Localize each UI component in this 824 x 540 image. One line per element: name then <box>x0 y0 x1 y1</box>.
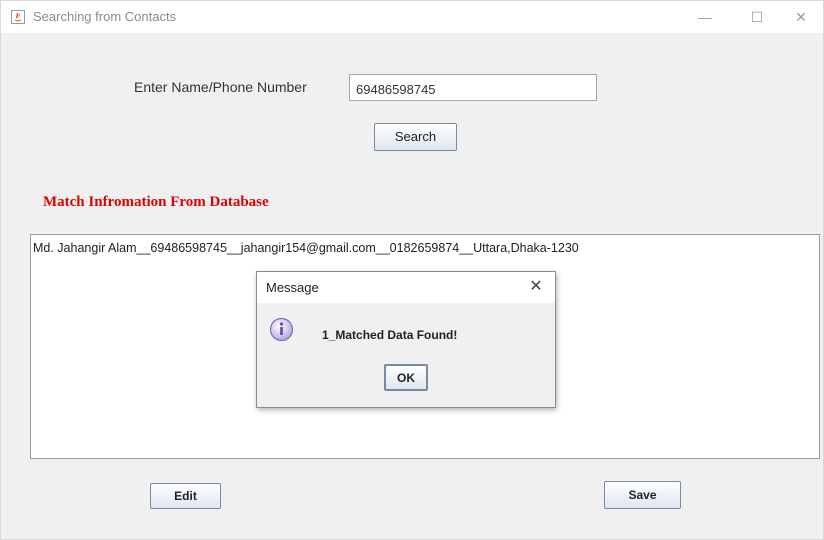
results-heading: Match Infromation From Database <box>43 194 269 210</box>
save-button[interactable]: Save <box>604 481 681 509</box>
dialog-title: Message <box>266 280 319 295</box>
edit-button[interactable]: Edit <box>150 483 221 509</box>
dialog-message: 1_Matched Data Found! <box>322 328 458 342</box>
search-label: Enter Name/Phone Number <box>134 79 307 95</box>
search-button[interactable]: Search <box>374 123 457 151</box>
dialog-close-icon[interactable]: ✕ <box>525 276 547 298</box>
search-input[interactable] <box>349 74 597 101</box>
dialog-title-bar: Message ✕ <box>257 272 555 303</box>
result-line: Md. Jahangir Alam__69486598745__jahangir… <box>33 241 579 255</box>
info-icon <box>269 317 294 342</box>
main-window: Searching from Contacts — ☐ ✕ Enter Name… <box>0 0 824 540</box>
message-dialog: Message ✕ 1_Matched Data Found! OK <box>256 271 556 408</box>
java-app-icon <box>11 10 25 24</box>
window-title: Searching from Contacts <box>33 9 177 24</box>
minimize-button[interactable]: — <box>682 1 728 33</box>
title-bar: Searching from Contacts — ☐ ✕ <box>1 1 823 33</box>
ok-button[interactable]: OK <box>384 364 428 391</box>
close-button[interactable]: ✕ <box>778 1 824 33</box>
maximize-button[interactable]: ☐ <box>734 1 780 33</box>
